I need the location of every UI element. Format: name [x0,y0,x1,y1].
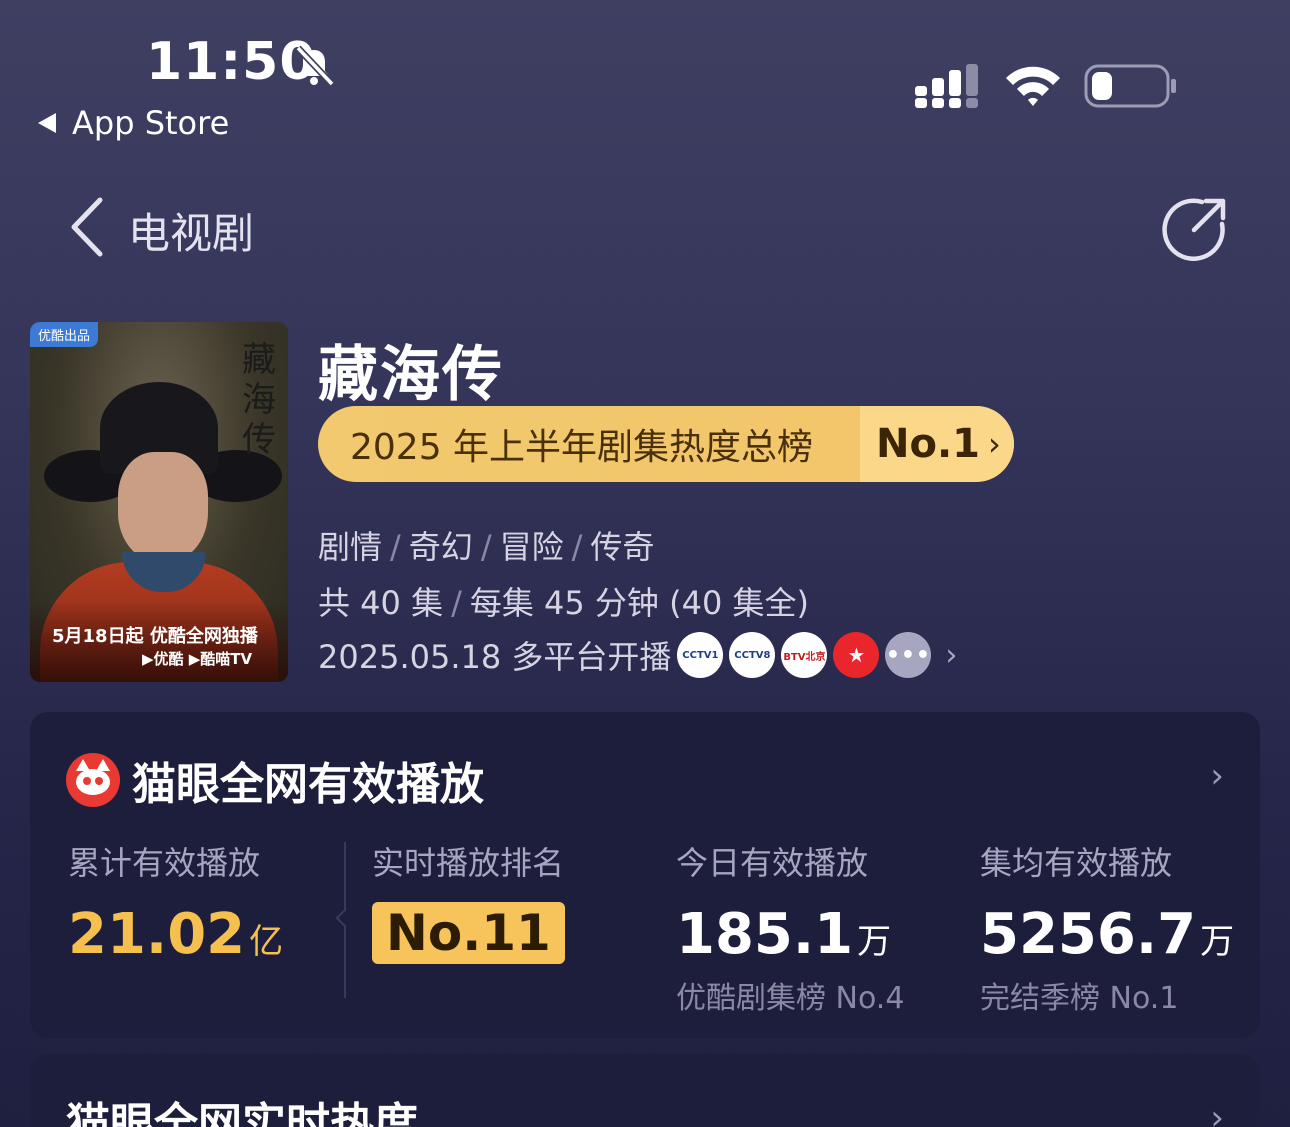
cctv1-logo: CCTV1 [677,632,724,678]
stat-label: 实时播放排名 [372,844,565,882]
stat-today: 今日有效播放 185.1 万 优酷剧集榜 No.4 [676,838,904,1017]
poster-face [118,452,208,562]
genre-tag: 冒险 [499,528,564,566]
chevron-right-icon: › [945,637,958,673]
nav-title: 电视剧 [128,209,255,258]
back-triangle-icon [38,113,56,133]
release-text: 2025.05.18 多平台开播 [318,638,672,676]
back-to-app-store[interactable]: App Store [38,104,229,142]
episode-count: 共 40 集 [318,584,444,622]
rank-pill[interactable]: 2025 年上半年剧集热度总榜 No.1 › [318,406,1014,482]
stat-sub: 优酷剧集榜 No.4 [676,981,905,1016]
stat-label: 今日有效播放 [676,844,869,882]
more-logo: ••• [885,632,932,678]
episode-duration: 每集 45 分钟 (40 集全) [469,584,809,622]
stat-average: 集均有效播放 5256.7 万 完结季榜 No.1 [980,838,1234,1017]
status-time: 11:50 [146,32,317,92]
chevron-left-icon[interactable] [66,196,106,258]
btv-logo: BTV北京 [781,632,828,678]
back-app-label: App Store [72,104,230,142]
cctv8-logo: CCTV8 [729,632,776,678]
genre-tag: 传奇 [590,528,655,566]
rank-value: No.1 [876,421,980,467]
signal-icon [915,64,978,108]
stat-rank: 实时播放排名 No.11 [372,838,565,964]
heat-card-title: 猫眼全网实时热度 [66,1099,418,1127]
dragon-tv-logo: ★ [833,632,880,678]
battery-icon [1084,64,1176,108]
share-icon[interactable] [1162,196,1228,262]
rank-label: 2025 年上半年剧集热度总榜 [350,427,814,468]
rank-tag: No.11 [372,902,565,964]
chevron-right-icon[interactable]: › [1210,1098,1224,1127]
poster-release-line: 5月18日起 优酷全网独播 [52,626,258,647]
platform-logos: CCTV1 CCTV8 BTV北京 ★ ••• [677,632,932,678]
stat-value: 185.1 万 [676,902,892,967]
card-title: 猫眼全网有效播放 [132,759,484,810]
card-header: 猫眼全网有效播放 [66,748,484,812]
stat-value: 21.02 亿 [68,902,284,967]
release-line[interactable]: 2025.05.18 多平台开播 CCTV1 CCTV8 BTV北京 ★ •••… [318,632,957,678]
stat-sub: 完结季榜 No.1 [980,981,1179,1016]
maoyan-play-card[interactable]: 猫眼全网有效播放 › 累计有效播放 21.02 亿 实时播放排名 No.11 今日… [30,712,1260,1038]
stat-total: 累计有效播放 21.02 亿 [68,838,283,967]
stat-label: 集均有效播放 [980,844,1173,882]
maoyan-cat-icon [66,753,120,807]
poster-badge: 优酷出品 [30,322,99,347]
rank-chevron: › [987,425,1001,463]
drama-poster[interactable]: 优酷出品 藏海传 5月18日起 优酷全网独播 ▶优酷 ▶酷喵TV [30,322,288,682]
poster-calligraphy: 藏海传 [242,340,276,460]
genre-tag: 剧情 [318,528,383,566]
episode-line: 共 40 集 / 每集 45 分钟 (40 集全) [318,584,809,622]
maoyan-heat-card[interactable]: 猫眼全网实时热度 › [30,1054,1260,1127]
genre-tag: 奇幻 [408,528,473,566]
drama-title: 藏海传 [318,340,504,410]
stat-label: 累计有效播放 [68,844,261,882]
divider-notch [335,909,353,927]
bell-slash-icon [295,45,335,87]
wifi-icon [1006,66,1060,106]
genre-line: 剧情 / 奇幻 / 冒险 / 传奇 [318,528,655,566]
poster-platform-line: ▶优酷 ▶酷喵TV [142,650,253,668]
chevron-right-icon[interactable]: › [1210,756,1224,796]
rank-value-box: No.1 › [860,406,1014,482]
stat-value: 5256.7 万 [980,902,1235,967]
